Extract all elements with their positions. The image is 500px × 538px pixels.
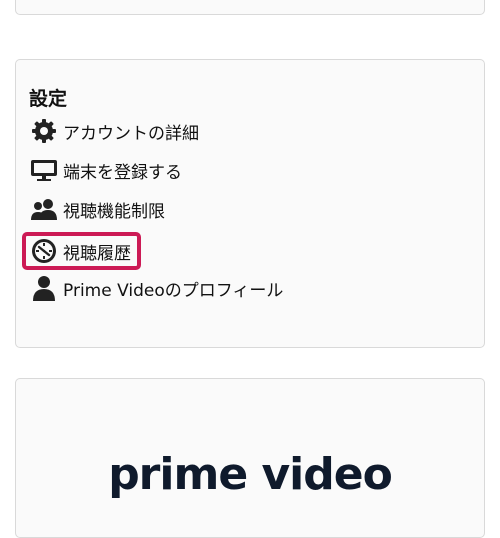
prime-video-card[interactable]: prime video [15, 378, 485, 538]
parental-controls-label: 視聴機能制限 [63, 201, 165, 222]
user-icon [29, 274, 59, 302]
parental-controls-item[interactable]: 視聴機能制限 [29, 195, 165, 223]
settings-card: 設定 アカウントの詳細 端末を登録する 視聴機能制限 視聴履歴 Prime Vi… [15, 59, 485, 348]
register-device-label: 端末を登録する [63, 162, 182, 183]
prime-video-profile-label: Prime Videoのプロフィール [63, 280, 284, 301]
watch-history-highlight [22, 232, 141, 270]
settings-title: 設定 [29, 88, 68, 110]
users-icon [29, 195, 59, 223]
prime-video-logo: prime video [108, 449, 393, 500]
monitor-icon [29, 156, 59, 184]
gear-icon [29, 117, 59, 145]
register-device-item[interactable]: 端末を登録する [29, 156, 182, 184]
account-details-label: アカウントの詳細 [63, 123, 199, 144]
prime-video-profile-item[interactable]: Prime Videoのプロフィール [29, 274, 283, 302]
top-card [15, 0, 485, 15]
account-details-item[interactable]: アカウントの詳細 [29, 117, 199, 145]
